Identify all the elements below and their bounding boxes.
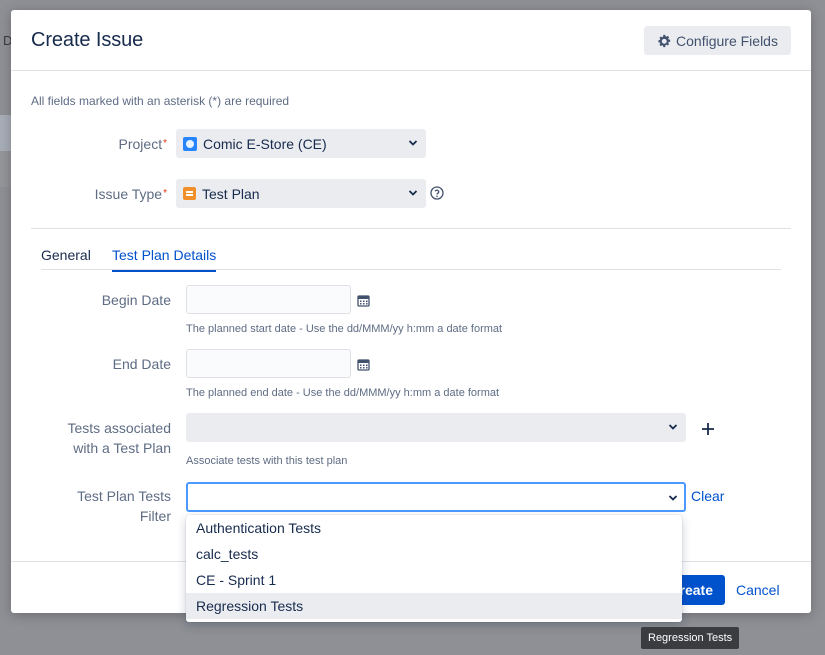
dialog-header: Create Issue Configure Fields xyxy=(11,10,811,71)
tests-associated-label-line1: Tests associated xyxy=(67,420,172,436)
chevron-down-icon xyxy=(668,424,678,430)
chevron-down-icon xyxy=(408,190,418,196)
test-plan-filter-label-line2: Filter xyxy=(139,508,171,524)
end-date-input[interactable] xyxy=(186,349,351,378)
chevron-down-icon xyxy=(408,140,418,146)
dropdown-option[interactable]: calc_tests xyxy=(186,541,682,567)
required-marker: * xyxy=(163,188,167,199)
test-plan-icon xyxy=(183,187,196,200)
project-label: Project* xyxy=(91,134,167,154)
dropdown-option[interactable]: CE - Sprint 1 xyxy=(186,567,682,593)
tests-associated-description: Associate tests with this test plan xyxy=(186,455,348,467)
begin-date-label: Begin Date xyxy=(101,292,171,308)
tabs-underline xyxy=(41,269,781,270)
cancel-link[interactable]: Cancel xyxy=(736,582,780,598)
issue-type-select[interactable]: Test Plan xyxy=(176,179,426,208)
end-date-label: End Date xyxy=(112,356,171,372)
calendar-icon[interactable] xyxy=(357,294,370,307)
dialog-title: Create Issue xyxy=(31,29,144,51)
tooltip: Regression Tests xyxy=(641,627,740,649)
project-select-value: Comic E-Store (CE) xyxy=(203,135,327,152)
calendar-icon[interactable] xyxy=(357,358,370,371)
help-icon[interactable] xyxy=(430,186,444,200)
section-divider xyxy=(31,228,791,229)
test-plan-filter-select[interactable] xyxy=(186,482,686,512)
test-plan-filter-label-line1: Test Plan Tests xyxy=(77,488,171,504)
project-label-text: Project xyxy=(118,136,163,152)
end-date-description: The planned end date - Use the dd/MMM/yy… xyxy=(186,387,500,399)
test-plan-filter-dropdown: Authentication Tests calc_tests CE - Spr… xyxy=(186,515,682,622)
project-select[interactable]: Comic E-Store (CE) xyxy=(176,129,426,158)
issue-type-label-text: Issue Type xyxy=(94,186,163,202)
dropdown-option[interactable]: Regression Tests xyxy=(186,593,682,619)
begin-date-description: The planned start date - Use the dd/MMM/… xyxy=(186,323,503,335)
required-fields-note: All fields marked with an asterisk (*) a… xyxy=(31,94,290,108)
project-avatar-icon xyxy=(183,136,197,151)
tests-associated-label-line2: with a Test Plan xyxy=(73,440,171,456)
issue-type-select-value: Test Plan xyxy=(202,185,260,202)
tests-associated-label: Tests associated with a Test Plan xyxy=(31,418,172,458)
configure-fields-button[interactable]: Configure Fields xyxy=(644,26,791,55)
clear-link[interactable]: Clear xyxy=(691,488,724,504)
chevron-down-icon xyxy=(668,495,678,501)
begin-date-input[interactable] xyxy=(186,285,351,314)
issue-type-label: Issue Type* xyxy=(71,184,167,204)
tests-associated-select[interactable] xyxy=(186,413,686,442)
required-marker: * xyxy=(163,138,167,149)
configure-fields-label: Configure Fields xyxy=(676,32,778,49)
dropdown-option[interactable]: Authentication Tests xyxy=(186,515,682,541)
tab-general[interactable]: General xyxy=(41,247,91,270)
test-plan-filter-label: Test Plan Tests Filter xyxy=(31,486,171,526)
plus-icon[interactable] xyxy=(701,422,715,436)
gear-icon xyxy=(658,34,671,47)
